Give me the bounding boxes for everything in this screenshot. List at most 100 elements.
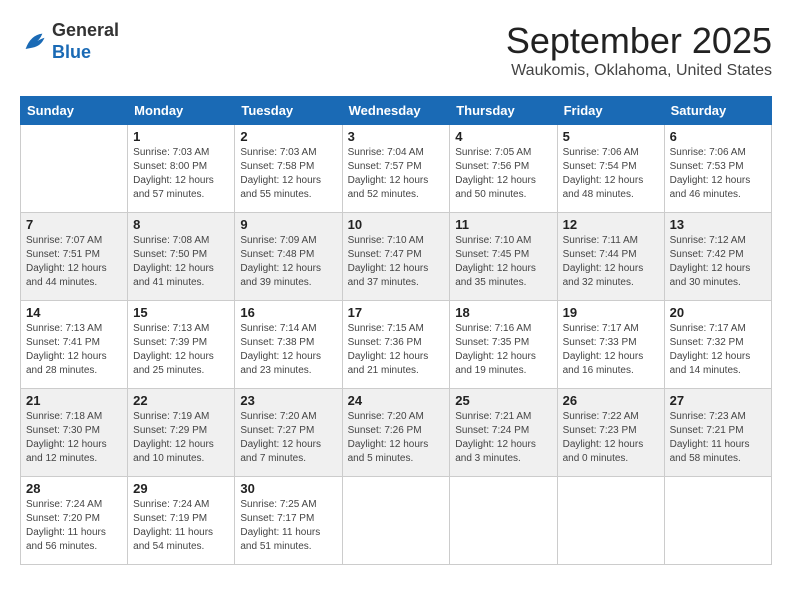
- day-info: Sunrise: 7:06 AM Sunset: 7:54 PM Dayligh…: [563, 146, 659, 202]
- day-info: Sunrise: 7:19 AM Sunset: 7:29 PM Dayligh…: [133, 410, 229, 466]
- calendar-cell: 27 Sunrise: 7:23 AM Sunset: 7:21 PM Dayli…: [664, 389, 771, 477]
- day-info: Sunrise: 7:24 AM Sunset: 7:20 PM Dayligh…: [26, 498, 122, 554]
- day-info: Sunrise: 7:06 AM Sunset: 7:53 PM Dayligh…: [670, 146, 766, 202]
- day-info: Sunrise: 7:25 AM Sunset: 7:17 PM Dayligh…: [240, 498, 336, 554]
- day-number: 26: [563, 393, 659, 408]
- day-number: 30: [240, 481, 336, 496]
- calendar-table: SundayMondayTuesdayWednesdayThursdayFrid…: [20, 96, 772, 565]
- weekday-header: Friday: [557, 97, 664, 125]
- day-info: Sunrise: 7:05 AM Sunset: 7:56 PM Dayligh…: [455, 146, 551, 202]
- logo-general: General: [52, 20, 119, 42]
- day-number: 7: [26, 217, 122, 232]
- day-number: 3: [348, 129, 445, 144]
- day-number: 20: [670, 305, 766, 320]
- day-number: 23: [240, 393, 336, 408]
- day-number: 12: [563, 217, 659, 232]
- weekday-header-row: SundayMondayTuesdayWednesdayThursdayFrid…: [21, 97, 772, 125]
- calendar-cell: 16Sunrise: 7:14 AM Sunset: 7:38 PM Dayli…: [235, 301, 342, 389]
- day-info: Sunrise: 7:23 AM Sunset: 7:21 PM Dayligh…: [670, 410, 766, 466]
- day-number: 4: [455, 129, 551, 144]
- calendar-cell: 26 Sunrise: 7:22 AM Sunset: 7:23 PM Dayli…: [557, 389, 664, 477]
- day-number: 28: [26, 481, 122, 496]
- day-info: Sunrise: 7:03 AM Sunset: 8:00 PM Dayligh…: [133, 146, 229, 202]
- weekday-header: Monday: [128, 97, 235, 125]
- calendar-cell: 23 Sunrise: 7:20 AM Sunset: 7:27 PM Dayli…: [235, 389, 342, 477]
- day-info: Sunrise: 7:03 AM Sunset: 7:58 PM Dayligh…: [240, 146, 336, 202]
- calendar-week-row: 28 Sunrise: 7:24 AM Sunset: 7:20 PM Dayli…: [21, 477, 772, 565]
- calendar-cell: 21 Sunrise: 7:18 AM Sunset: 7:30 PM Dayli…: [21, 389, 128, 477]
- title-block: September 2025 Waukomis, Oklahoma, Unite…: [506, 20, 772, 80]
- calendar-cell: 19Sunrise: 7:17 AM Sunset: 7:33 PM Dayli…: [557, 301, 664, 389]
- calendar-cell: 4 Sunrise: 7:05 AM Sunset: 7:56 PM Daylig…: [450, 125, 557, 213]
- calendar-cell: 5 Sunrise: 7:06 AM Sunset: 7:54 PM Daylig…: [557, 125, 664, 213]
- calendar-week-row: 14 Sunrise: 7:13 AM Sunset: 7:41 PM Dayli…: [21, 301, 772, 389]
- day-number: 9: [240, 217, 336, 232]
- calendar-cell: 25Sunrise: 7:21 AM Sunset: 7:24 PM Dayli…: [450, 389, 557, 477]
- calendar-cell: 30 Sunrise: 7:25 AM Sunset: 7:17 PM Dayli…: [235, 477, 342, 565]
- calendar-cell: 11Sunrise: 7:10 AM Sunset: 7:45 PM Dayli…: [450, 213, 557, 301]
- day-info: Sunrise: 7:12 AM Sunset: 7:42 PM Dayligh…: [670, 234, 766, 290]
- calendar-cell: 22 Sunrise: 7:19 AM Sunset: 7:29 PM Dayli…: [128, 389, 235, 477]
- calendar-cell: [664, 477, 771, 565]
- weekday-header: Sunday: [21, 97, 128, 125]
- calendar-cell: 6Sunrise: 7:06 AM Sunset: 7:53 PM Daylig…: [664, 125, 771, 213]
- day-number: 29: [133, 481, 229, 496]
- day-number: 10: [348, 217, 445, 232]
- day-info: Sunrise: 7:09 AM Sunset: 7:48 PM Dayligh…: [240, 234, 336, 290]
- logo-icon: [20, 28, 48, 56]
- day-number: 15: [133, 305, 229, 320]
- calendar-cell: 13 Sunrise: 7:12 AM Sunset: 7:42 PM Dayli…: [664, 213, 771, 301]
- day-number: 27: [670, 393, 766, 408]
- day-info: Sunrise: 7:13 AM Sunset: 7:39 PM Dayligh…: [133, 322, 229, 378]
- page-header: General Blue September 2025 Waukomis, Ok…: [20, 20, 772, 80]
- day-number: 5: [563, 129, 659, 144]
- calendar-cell: 9 Sunrise: 7:09 AM Sunset: 7:48 PM Daylig…: [235, 213, 342, 301]
- calendar-cell: [557, 477, 664, 565]
- calendar-cell: [21, 125, 128, 213]
- day-number: 21: [26, 393, 122, 408]
- weekday-header: Wednesday: [342, 97, 450, 125]
- calendar-cell: 29 Sunrise: 7:24 AM Sunset: 7:19 PM Dayli…: [128, 477, 235, 565]
- day-info: Sunrise: 7:18 AM Sunset: 7:30 PM Dayligh…: [26, 410, 122, 466]
- calendar-cell: [450, 477, 557, 565]
- weekday-header: Saturday: [664, 97, 771, 125]
- day-info: Sunrise: 7:13 AM Sunset: 7:41 PM Dayligh…: [26, 322, 122, 378]
- calendar-cell: 14 Sunrise: 7:13 AM Sunset: 7:41 PM Dayli…: [21, 301, 128, 389]
- day-info: Sunrise: 7:17 AM Sunset: 7:32 PM Dayligh…: [670, 322, 766, 378]
- calendar-cell: 7Sunrise: 7:07 AM Sunset: 7:51 PM Daylig…: [21, 213, 128, 301]
- calendar-week-row: 21 Sunrise: 7:18 AM Sunset: 7:30 PM Dayli…: [21, 389, 772, 477]
- day-info: Sunrise: 7:10 AM Sunset: 7:47 PM Dayligh…: [348, 234, 445, 290]
- day-number: 13: [670, 217, 766, 232]
- calendar-cell: 20 Sunrise: 7:17 AM Sunset: 7:32 PM Dayli…: [664, 301, 771, 389]
- day-number: 17: [348, 305, 445, 320]
- day-number: 8: [133, 217, 229, 232]
- day-number: 22: [133, 393, 229, 408]
- calendar-cell: 18 Sunrise: 7:16 AM Sunset: 7:35 PM Dayli…: [450, 301, 557, 389]
- calendar-cell: 12Sunrise: 7:11 AM Sunset: 7:44 PM Dayli…: [557, 213, 664, 301]
- day-number: 14: [26, 305, 122, 320]
- day-number: 24: [348, 393, 445, 408]
- day-info: Sunrise: 7:04 AM Sunset: 7:57 PM Dayligh…: [348, 146, 445, 202]
- calendar-cell: 15 Sunrise: 7:13 AM Sunset: 7:39 PM Dayli…: [128, 301, 235, 389]
- day-info: Sunrise: 7:20 AM Sunset: 7:26 PM Dayligh…: [348, 410, 445, 466]
- calendar-cell: 17 Sunrise: 7:15 AM Sunset: 7:36 PM Dayli…: [342, 301, 450, 389]
- calendar-cell: [342, 477, 450, 565]
- day-number: 18: [455, 305, 551, 320]
- weekday-header: Tuesday: [235, 97, 342, 125]
- calendar-week-row: 1Sunrise: 7:03 AM Sunset: 8:00 PM Daylig…: [21, 125, 772, 213]
- day-number: 2: [240, 129, 336, 144]
- day-info: Sunrise: 7:24 AM Sunset: 7:19 PM Dayligh…: [133, 498, 229, 554]
- calendar-week-row: 7Sunrise: 7:07 AM Sunset: 7:51 PM Daylig…: [21, 213, 772, 301]
- day-number: 25: [455, 393, 551, 408]
- weekday-header: Thursday: [450, 97, 557, 125]
- day-info: Sunrise: 7:17 AM Sunset: 7:33 PM Dayligh…: [563, 322, 659, 378]
- day-info: Sunrise: 7:20 AM Sunset: 7:27 PM Dayligh…: [240, 410, 336, 466]
- day-number: 16: [240, 305, 336, 320]
- month-title: September 2025: [506, 20, 772, 62]
- day-info: Sunrise: 7:16 AM Sunset: 7:35 PM Dayligh…: [455, 322, 551, 378]
- calendar-cell: 24 Sunrise: 7:20 AM Sunset: 7:26 PM Dayli…: [342, 389, 450, 477]
- day-info: Sunrise: 7:15 AM Sunset: 7:36 PM Dayligh…: [348, 322, 445, 378]
- calendar-cell: 1Sunrise: 7:03 AM Sunset: 8:00 PM Daylig…: [128, 125, 235, 213]
- day-info: Sunrise: 7:08 AM Sunset: 7:50 PM Dayligh…: [133, 234, 229, 290]
- day-info: Sunrise: 7:22 AM Sunset: 7:23 PM Dayligh…: [563, 410, 659, 466]
